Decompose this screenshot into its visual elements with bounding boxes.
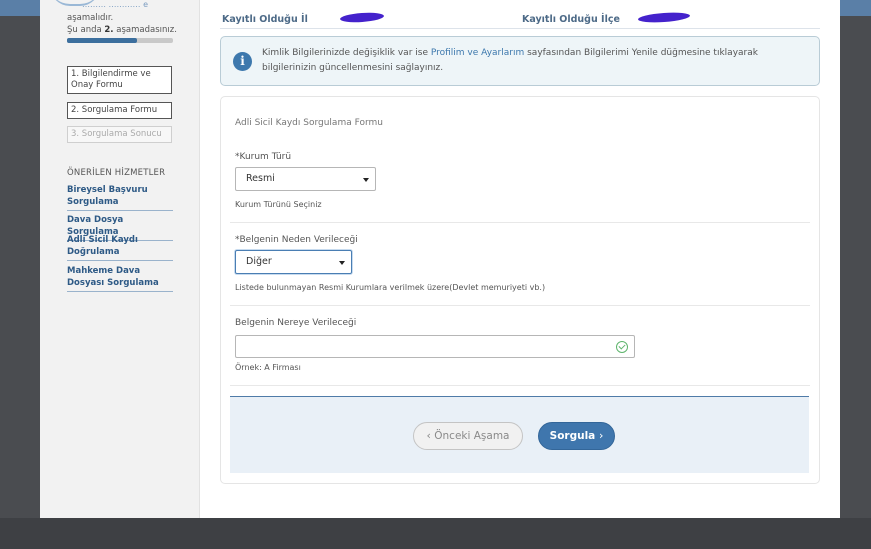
info-text-before: Kimlik Bilgilerinizde değişiklik var ise — [262, 48, 428, 58]
step-info-prefix: Şu anda — [67, 25, 102, 35]
service-link-criminal-record-verify[interactable]: Adli Sicil Kaydı Doğrulama — [67, 234, 173, 261]
step-info-suffix: aşamadasınız. — [116, 25, 177, 35]
query-submit-label: Sorgula — [549, 430, 596, 442]
step-2-query-form[interactable]: 2. Sorgulama Formu — [67, 102, 172, 119]
info-icon: i — [233, 52, 252, 71]
step-info-current: 2. — [104, 25, 114, 35]
step-info-line1: aşamalıdır. — [67, 13, 114, 23]
caret-down-icon — [339, 261, 345, 265]
registered-district-label: Kayıtlı Olduğu İlçe — [522, 14, 620, 25]
institution-type-select[interactable]: Resmi — [235, 167, 376, 191]
query-submit-button[interactable]: Sorgula › — [538, 422, 615, 450]
previous-step-button[interactable]: ‹ Önceki Aşama — [413, 422, 523, 450]
institution-type-value: Resmi — [246, 173, 275, 184]
step-info: aşamalıdır. Şu anda 2. aşamadasınız. — [67, 12, 197, 36]
step-progress-bar — [67, 38, 173, 43]
chevron-left-icon: ‹ — [426, 429, 431, 442]
bottom-footer-strip — [0, 518, 871, 549]
valid-check-icon — [616, 341, 628, 353]
reason-label: *Belgenin Neden Verileceği — [235, 235, 358, 245]
institution-type-label: *Kurum Türü — [235, 152, 292, 162]
destination-help: Örnek: A Firması — [235, 363, 301, 372]
step-3-query-result: 3. Sorgulama Sonucu — [67, 126, 172, 143]
chevron-right-icon: › — [598, 429, 604, 442]
step-info-line2: Şu anda 2. aşamadasınız. — [67, 24, 197, 36]
caret-down-icon — [363, 178, 369, 182]
destination-label: Belgenin Nereye Verileceği — [235, 318, 357, 328]
step-progress-fill — [67, 38, 137, 43]
profile-settings-link[interactable]: Profilim ve Ayarlarım — [431, 48, 524, 58]
field-separator — [230, 222, 810, 223]
header-divider — [220, 28, 820, 29]
recommended-services-title: ÖNERİLEN HİZMETLER — [67, 168, 166, 178]
logo-text: ……… ………… e — [82, 0, 149, 9]
step-1-info-approval[interactable]: 1. Bilgilendirme ve Onay Formu — [67, 66, 172, 94]
reason-value: Diğer — [246, 256, 272, 267]
institution-type-help: Kurum Türünü Seçiniz — [235, 200, 322, 209]
field-separator — [230, 385, 810, 386]
field-separator — [230, 305, 810, 306]
form-title: Adli Sicil Kaydı Sorgulama Formu — [235, 118, 383, 128]
info-alert-text: Kimlik Bilgilerinizde değişiklik var ise… — [262, 46, 814, 76]
destination-input[interactable] — [235, 335, 635, 358]
registered-province-label: Kayıtlı Olduğu İl — [222, 14, 308, 25]
reason-select[interactable]: Diğer — [235, 250, 352, 274]
info-alert: i Kimlik Bilgilerinizde değişiklik var i… — [220, 36, 820, 86]
previous-step-label: Önceki Aşama — [434, 430, 510, 442]
reason-help: Listede bulunmayan Resmi Kurumlara veril… — [235, 283, 546, 292]
service-link-court-case-file[interactable]: Mahkeme Dava Dosyası Sorgulama — [67, 265, 173, 292]
service-link-individual-application[interactable]: Bireysel Başvuru Sorgulama — [67, 184, 173, 211]
